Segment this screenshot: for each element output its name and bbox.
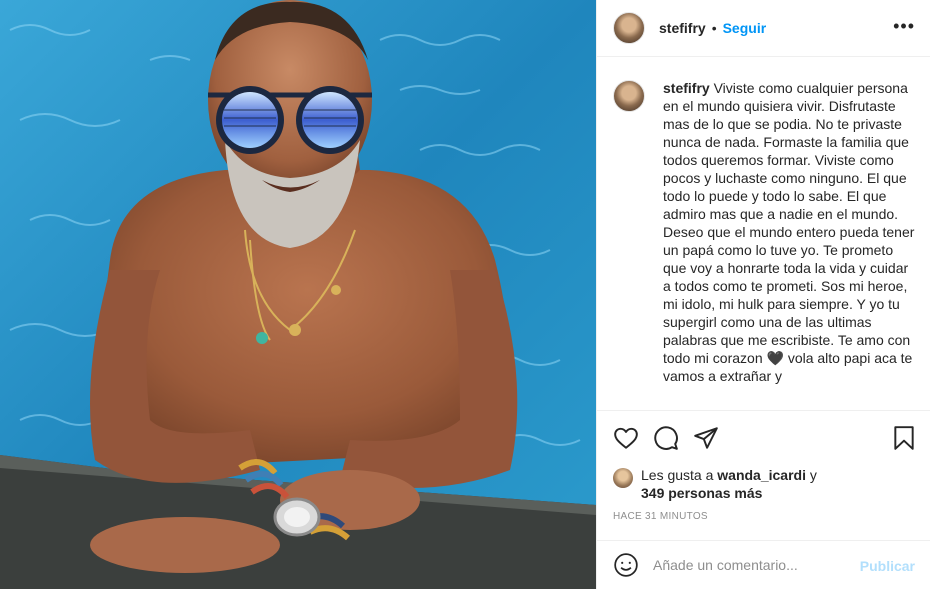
photo-illustration — [0, 0, 596, 589]
post-header: stefifry • Seguir ••• — [597, 0, 930, 57]
likes-text: Les gusta a wanda_icardi y 349 personas … — [641, 466, 817, 502]
post-photo[interactable] — [0, 0, 596, 589]
action-bar — [597, 410, 930, 468]
post-panel: stefifry • Seguir ••• stefifry Viviste c… — [596, 0, 930, 589]
emoji-icon[interactable] — [613, 552, 639, 578]
post-timestamp[interactable]: HACE 31 MINUTOS — [613, 511, 708, 522]
comment-box: Publicar — [597, 540, 930, 589]
caption-avatar[interactable] — [613, 80, 645, 112]
author-username[interactable]: stefifry — [659, 20, 706, 36]
author-avatar[interactable] — [613, 12, 645, 44]
heart-icon[interactable] — [613, 425, 639, 451]
follow-button[interactable]: Seguir — [723, 20, 767, 36]
comment-input[interactable] — [653, 557, 849, 573]
more-options-button[interactable]: ••• — [893, 17, 915, 35]
caption-username[interactable]: stefifry — [663, 80, 710, 96]
comment-icon[interactable] — [653, 425, 679, 451]
likes-mid: y — [805, 467, 817, 483]
liker-username[interactable]: wanda_icardi — [717, 467, 806, 483]
share-icon[interactable] — [693, 425, 719, 451]
likes-summary: Les gusta a wanda_icardi y 349 personas … — [613, 466, 817, 502]
caption-area[interactable]: stefifry Viviste como cualquier persona … — [597, 57, 930, 410]
liker-avatar[interactable] — [613, 468, 633, 488]
publish-button[interactable]: Publicar — [860, 558, 915, 574]
likes-count[interactable]: 349 personas más — [641, 485, 762, 501]
caption-text: stefifry Viviste como cualquier persona … — [663, 79, 915, 385]
bookmark-icon[interactable] — [891, 425, 917, 451]
caption-body: Viviste como cualquier persona en el mun… — [663, 80, 915, 384]
caption-row: stefifry Viviste como cualquier persona … — [613, 79, 915, 385]
likes-prefix: Les gusta a — [641, 467, 718, 483]
header-separator: • — [711, 20, 717, 36]
